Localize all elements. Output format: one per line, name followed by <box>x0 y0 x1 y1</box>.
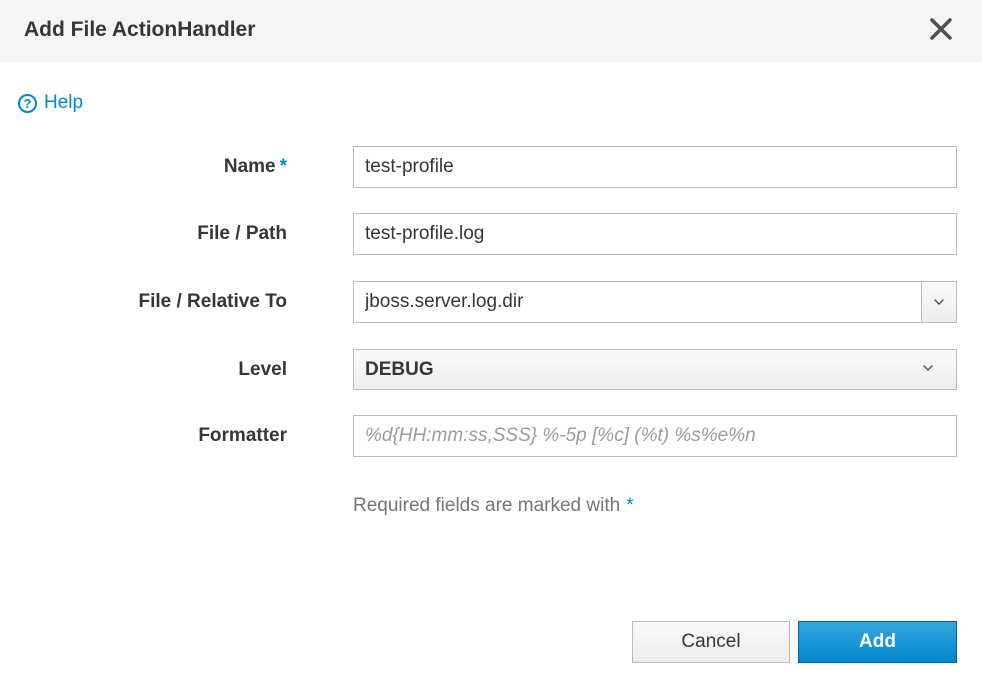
level-selected-value: DEBUG <box>365 359 434 380</box>
file-path-label: File / Path <box>197 223 287 244</box>
required-marker: * <box>279 156 287 177</box>
relative-to-label: File / Relative To <box>138 291 287 312</box>
question-circle-icon: ? <box>18 93 37 113</box>
chevron-down-icon <box>923 365 933 371</box>
dialog-title: Add File ActionHandler <box>24 18 256 41</box>
required-fields-note: Required fields are marked with * <box>353 494 634 518</box>
file-path-input[interactable] <box>354 214 956 254</box>
help-label: Help <box>44 92 84 113</box>
name-label-text: Name <box>223 156 276 177</box>
required-note-text: Required fields are marked with <box>353 495 621 516</box>
required-marker: * <box>626 495 634 516</box>
formatter-label: Formatter <box>198 425 287 446</box>
name-field[interactable] <box>353 146 957 188</box>
formatter-input[interactable] <box>354 416 956 456</box>
level-select[interactable]: DEBUG <box>353 349 957 390</box>
relative-to-dropdown-button[interactable] <box>921 282 956 322</box>
file-path-field[interactable] <box>353 213 957 255</box>
help-link[interactable]: ? Help <box>18 92 83 114</box>
relative-to-combobox[interactable] <box>353 281 957 323</box>
dialog-header: Add File ActionHandler <box>0 0 982 62</box>
add-file-handler-dialog: Add File ActionHandler ? Help Name* File… <box>0 0 982 684</box>
chevron-down-icon <box>934 299 944 305</box>
level-label: Level <box>238 359 287 380</box>
formatter-field[interactable] <box>353 415 957 457</box>
name-input[interactable] <box>354 147 956 187</box>
cancel-button[interactable]: Cancel <box>632 621 790 663</box>
close-icon[interactable] <box>928 16 954 42</box>
add-button[interactable]: Add <box>798 621 957 663</box>
relative-to-input[interactable] <box>354 282 924 322</box>
name-label: Name * <box>0 155 287 179</box>
